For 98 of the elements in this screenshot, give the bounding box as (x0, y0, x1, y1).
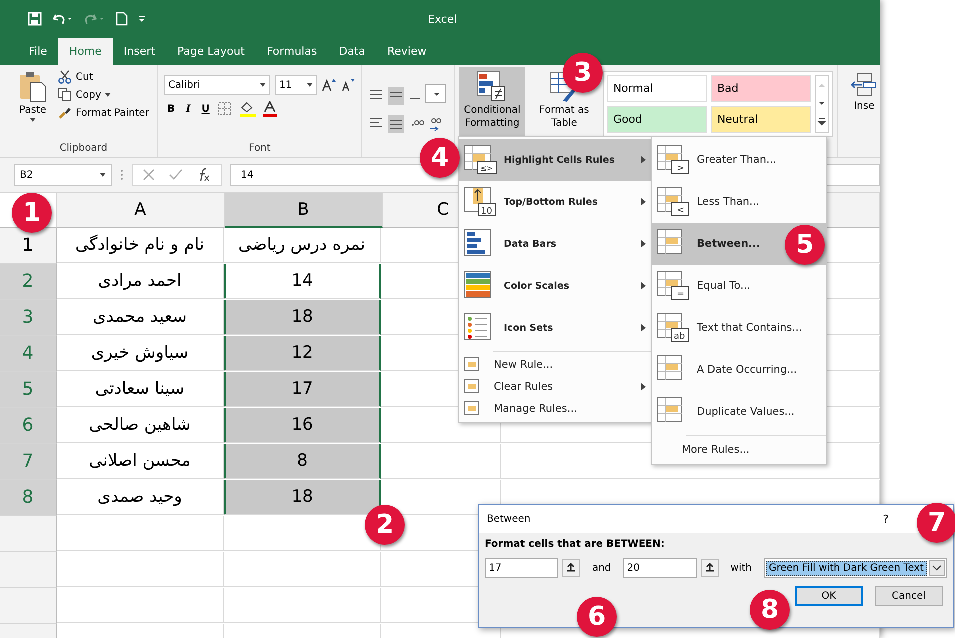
ribbon-tab[interactable]: Home (58, 38, 113, 65)
ribbon-tab[interactable]: Insert (112, 38, 166, 65)
paintbrush-icon (58, 106, 72, 120)
menu-item[interactable]: Icon Sets (459, 307, 651, 349)
name-box[interactable]: B2 (14, 164, 112, 186)
increase-font-size-icon[interactable] (322, 78, 336, 92)
collapse-dialog-icon[interactable] (562, 559, 580, 577)
bold-button[interactable]: B (164, 102, 178, 116)
dialog-prompt: Format cells that are BETWEEN: (485, 539, 666, 550)
clipboard-icon (18, 71, 48, 103)
menu-item[interactable]: More Rules... (652, 438, 826, 462)
submenu-arrow-icon (641, 383, 646, 391)
new-document-icon[interactable] (116, 12, 128, 26)
caret-icon (260, 83, 266, 87)
row-header[interactable]: 1 (0, 228, 57, 264)
row-header[interactable]: 8 (0, 480, 57, 516)
table-cell: نمره درس ریاضی (224, 228, 381, 263)
undo-icon[interactable] (52, 12, 74, 26)
column-header[interactable]: B (225, 193, 383, 228)
with-label: with (730, 562, 753, 574)
collapse-dialog-icon[interactable] (700, 559, 719, 577)
cell-style-option[interactable]: Neutral (711, 106, 812, 133)
table-cell: 16 (224, 408, 381, 443)
menu-item[interactable]: < Less Than... (652, 181, 826, 223)
menu-item[interactable]: Clear Rules (459, 376, 651, 398)
menu-item[interactable]: Duplicate Values... (652, 391, 826, 433)
help-button[interactable]: ? (877, 512, 895, 526)
ribbon-tab[interactable]: Review (376, 38, 438, 65)
input-field[interactable]: 17 (485, 558, 558, 578)
window-title: Excel (428, 12, 458, 26)
table-cell: 17 (224, 372, 381, 407)
more-options-icon (120, 168, 124, 182)
table-cell: 18 (224, 480, 381, 515)
font-size-dropdown[interactable]: 11 (275, 75, 318, 95)
menu-item[interactable]: > Greater Than... (652, 139, 826, 181)
copy-button[interactable]: Copy (56, 87, 152, 103)
row-header[interactable]: 3 (0, 300, 57, 336)
menu-item[interactable]: = Equal To... (652, 265, 826, 307)
underline-button[interactable]: U (198, 102, 213, 116)
and-label: and (591, 562, 612, 574)
table-cell: 14 (224, 264, 381, 299)
format-painter-button[interactable]: Format Painter (56, 105, 152, 121)
table-cell: 12 (224, 336, 381, 371)
dialog-title: Between (487, 514, 531, 524)
italic-button[interactable]: I (183, 102, 194, 116)
conditional-formatting-icon (477, 71, 508, 103)
cell-style-option[interactable]: Normal (607, 75, 708, 102)
row-header[interactable]: 7 (0, 444, 57, 480)
copy-icon (58, 88, 72, 102)
table-cell: 18 (224, 300, 381, 335)
ribbon-tab[interactable]: File (18, 38, 58, 65)
menu-item[interactable]: Color Scales (459, 265, 651, 307)
row-header[interactable]: 5 (0, 372, 57, 408)
input-field[interactable]: 20 (623, 558, 697, 578)
scissors-icon (58, 70, 72, 84)
format-dropdown[interactable]: Green Fill with Dark Green Text (764, 558, 947, 578)
cut-button[interactable]: Cut (56, 69, 152, 85)
fill-color-icon[interactable] (238, 101, 257, 117)
submenu-arrow-icon (641, 198, 646, 206)
submenu-arrow-icon (641, 240, 646, 248)
column-header[interactable]: A (57, 193, 225, 228)
caret-icon (30, 118, 36, 122)
row-header[interactable]: 4 (0, 336, 57, 372)
ok-button[interactable]: OK (795, 586, 863, 606)
group-label: Clipboard (58, 143, 109, 156)
insert-button[interactable]: Inse (844, 69, 880, 118)
group-label: Font (248, 143, 272, 156)
submenu-arrow-icon (641, 156, 646, 164)
gallery-scroll-icon[interactable] (815, 75, 830, 133)
borders-icon[interactable] (218, 102, 234, 116)
save-icon[interactable] (28, 12, 42, 26)
function-icon[interactable] (197, 168, 211, 182)
cell-style-option[interactable]: Good (607, 106, 708, 133)
ribbon-tab[interactable]: Page Layout (166, 38, 256, 65)
ribbon-tab[interactable]: Formulas (256, 38, 328, 65)
font-color-icon[interactable] (262, 101, 278, 117)
font-name-dropdown[interactable]: Calibri (164, 75, 270, 95)
caret-icon (105, 93, 112, 97)
paste-button[interactable]: Paste (16, 69, 50, 143)
row-header[interactable]: 2 (0, 264, 57, 300)
menu-item[interactable]: New Rule... (459, 354, 651, 376)
submenu-arrow-icon (641, 282, 646, 290)
cell-style-option[interactable]: Bad (711, 75, 812, 102)
customize-toolbar-icon[interactable] (138, 14, 146, 24)
ribbon-tab[interactable]: Data (328, 38, 376, 65)
chevron-down-icon (928, 560, 945, 576)
row-header[interactable]: 6 (0, 408, 57, 444)
caret-icon (307, 83, 314, 87)
submenu-arrow-icon (641, 324, 646, 332)
menu-item[interactable]: A Date Occurring... (652, 349, 826, 391)
table-cell: 8 (224, 444, 381, 479)
table-cell: نام و نام خانوادگی (57, 228, 224, 263)
menu-item[interactable]: ab Text that Contains... (652, 307, 826, 349)
cancel-button[interactable]: Cancel (875, 586, 943, 606)
caret-icon (100, 173, 106, 177)
decrease-font-size-icon[interactable] (341, 78, 356, 92)
menu-item[interactable]: Manage Rules... (459, 398, 651, 420)
checkmark-icon[interactable] (169, 169, 183, 181)
